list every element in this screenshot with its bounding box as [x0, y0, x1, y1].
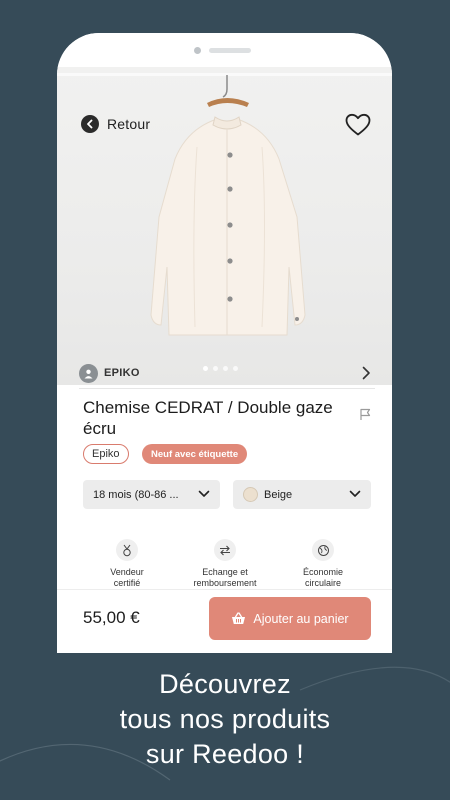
- feature-certified-seller: Vendeur certifié: [79, 539, 175, 589]
- chevron-down-icon: [349, 490, 361, 497]
- feature-label: remboursement: [193, 578, 257, 588]
- shopping-basket-icon: [232, 612, 246, 624]
- product-title-line: Chemise CEDRAT / Double gaze: [83, 398, 333, 417]
- feature-label: Vendeur: [110, 567, 144, 577]
- tagline-line: Découvrez: [159, 669, 291, 699]
- add-to-cart-button[interactable]: Ajouter au panier: [209, 597, 371, 640]
- color-select-value: Beige: [264, 488, 293, 501]
- tagline-line: tous nos produits: [119, 704, 331, 734]
- exchange-arrows-icon: [214, 539, 236, 561]
- camera-dot: [194, 47, 201, 54]
- seller-name: EPIKO: [104, 367, 140, 379]
- seller-row[interactable]: EPIKO: [79, 358, 375, 389]
- report-flag-icon[interactable]: [359, 408, 372, 421]
- product-title-line: écru: [83, 419, 117, 438]
- chevron-down-icon: [198, 490, 210, 497]
- feature-exchange-refund: Echange et remboursement: [177, 539, 273, 589]
- condition-badge: Neuf avec étiquette: [142, 444, 248, 464]
- size-select-value: 18 mois (80-86 ...: [93, 488, 179, 501]
- chevron-right-icon: [362, 366, 370, 380]
- add-to-cart-label: Ajouter au panier: [253, 611, 349, 626]
- medal-icon: [116, 539, 138, 561]
- tagline-line: sur Reedoo !: [145, 739, 305, 769]
- back-button[interactable]: Retour: [81, 115, 150, 133]
- feature-label: certifié: [113, 578, 141, 588]
- purchase-bar: 55,00 € Ajouter au panier: [57, 589, 392, 653]
- phone-top-bezel: [57, 33, 392, 67]
- phone-frame: Retour EPIKO Chemise CEDRAT / Double gaz…: [57, 33, 392, 653]
- back-arrow-icon: [81, 115, 99, 133]
- globe-icon: [312, 539, 334, 561]
- feature-label: Echange et: [202, 567, 248, 577]
- reassurance-features: Vendeur certifié Echange et remboursemen…: [79, 539, 371, 589]
- feature-label: Économie: [302, 567, 344, 577]
- price: 55,00 €: [83, 608, 140, 627]
- product-title: Chemise CEDRAT / Double gaze écru: [83, 397, 333, 439]
- product-image-carousel[interactable]: Retour: [57, 67, 392, 385]
- brand-tag[interactable]: Epiko: [83, 444, 129, 464]
- size-select[interactable]: 18 mois (80-86 ...: [83, 480, 220, 509]
- feature-circular-economy: Économie circulaire: [275, 539, 371, 589]
- back-label: Retour: [107, 116, 151, 132]
- heart-icon[interactable]: [345, 113, 371, 137]
- speaker-grille: [209, 48, 251, 53]
- color-swatch: [243, 487, 258, 502]
- user-avatar-icon: [79, 363, 98, 383]
- feature-label: circulaire: [304, 578, 341, 588]
- promo-tagline: Découvrez tous nos produits sur Reedoo !: [0, 667, 450, 772]
- color-select[interactable]: Beige: [233, 480, 371, 509]
